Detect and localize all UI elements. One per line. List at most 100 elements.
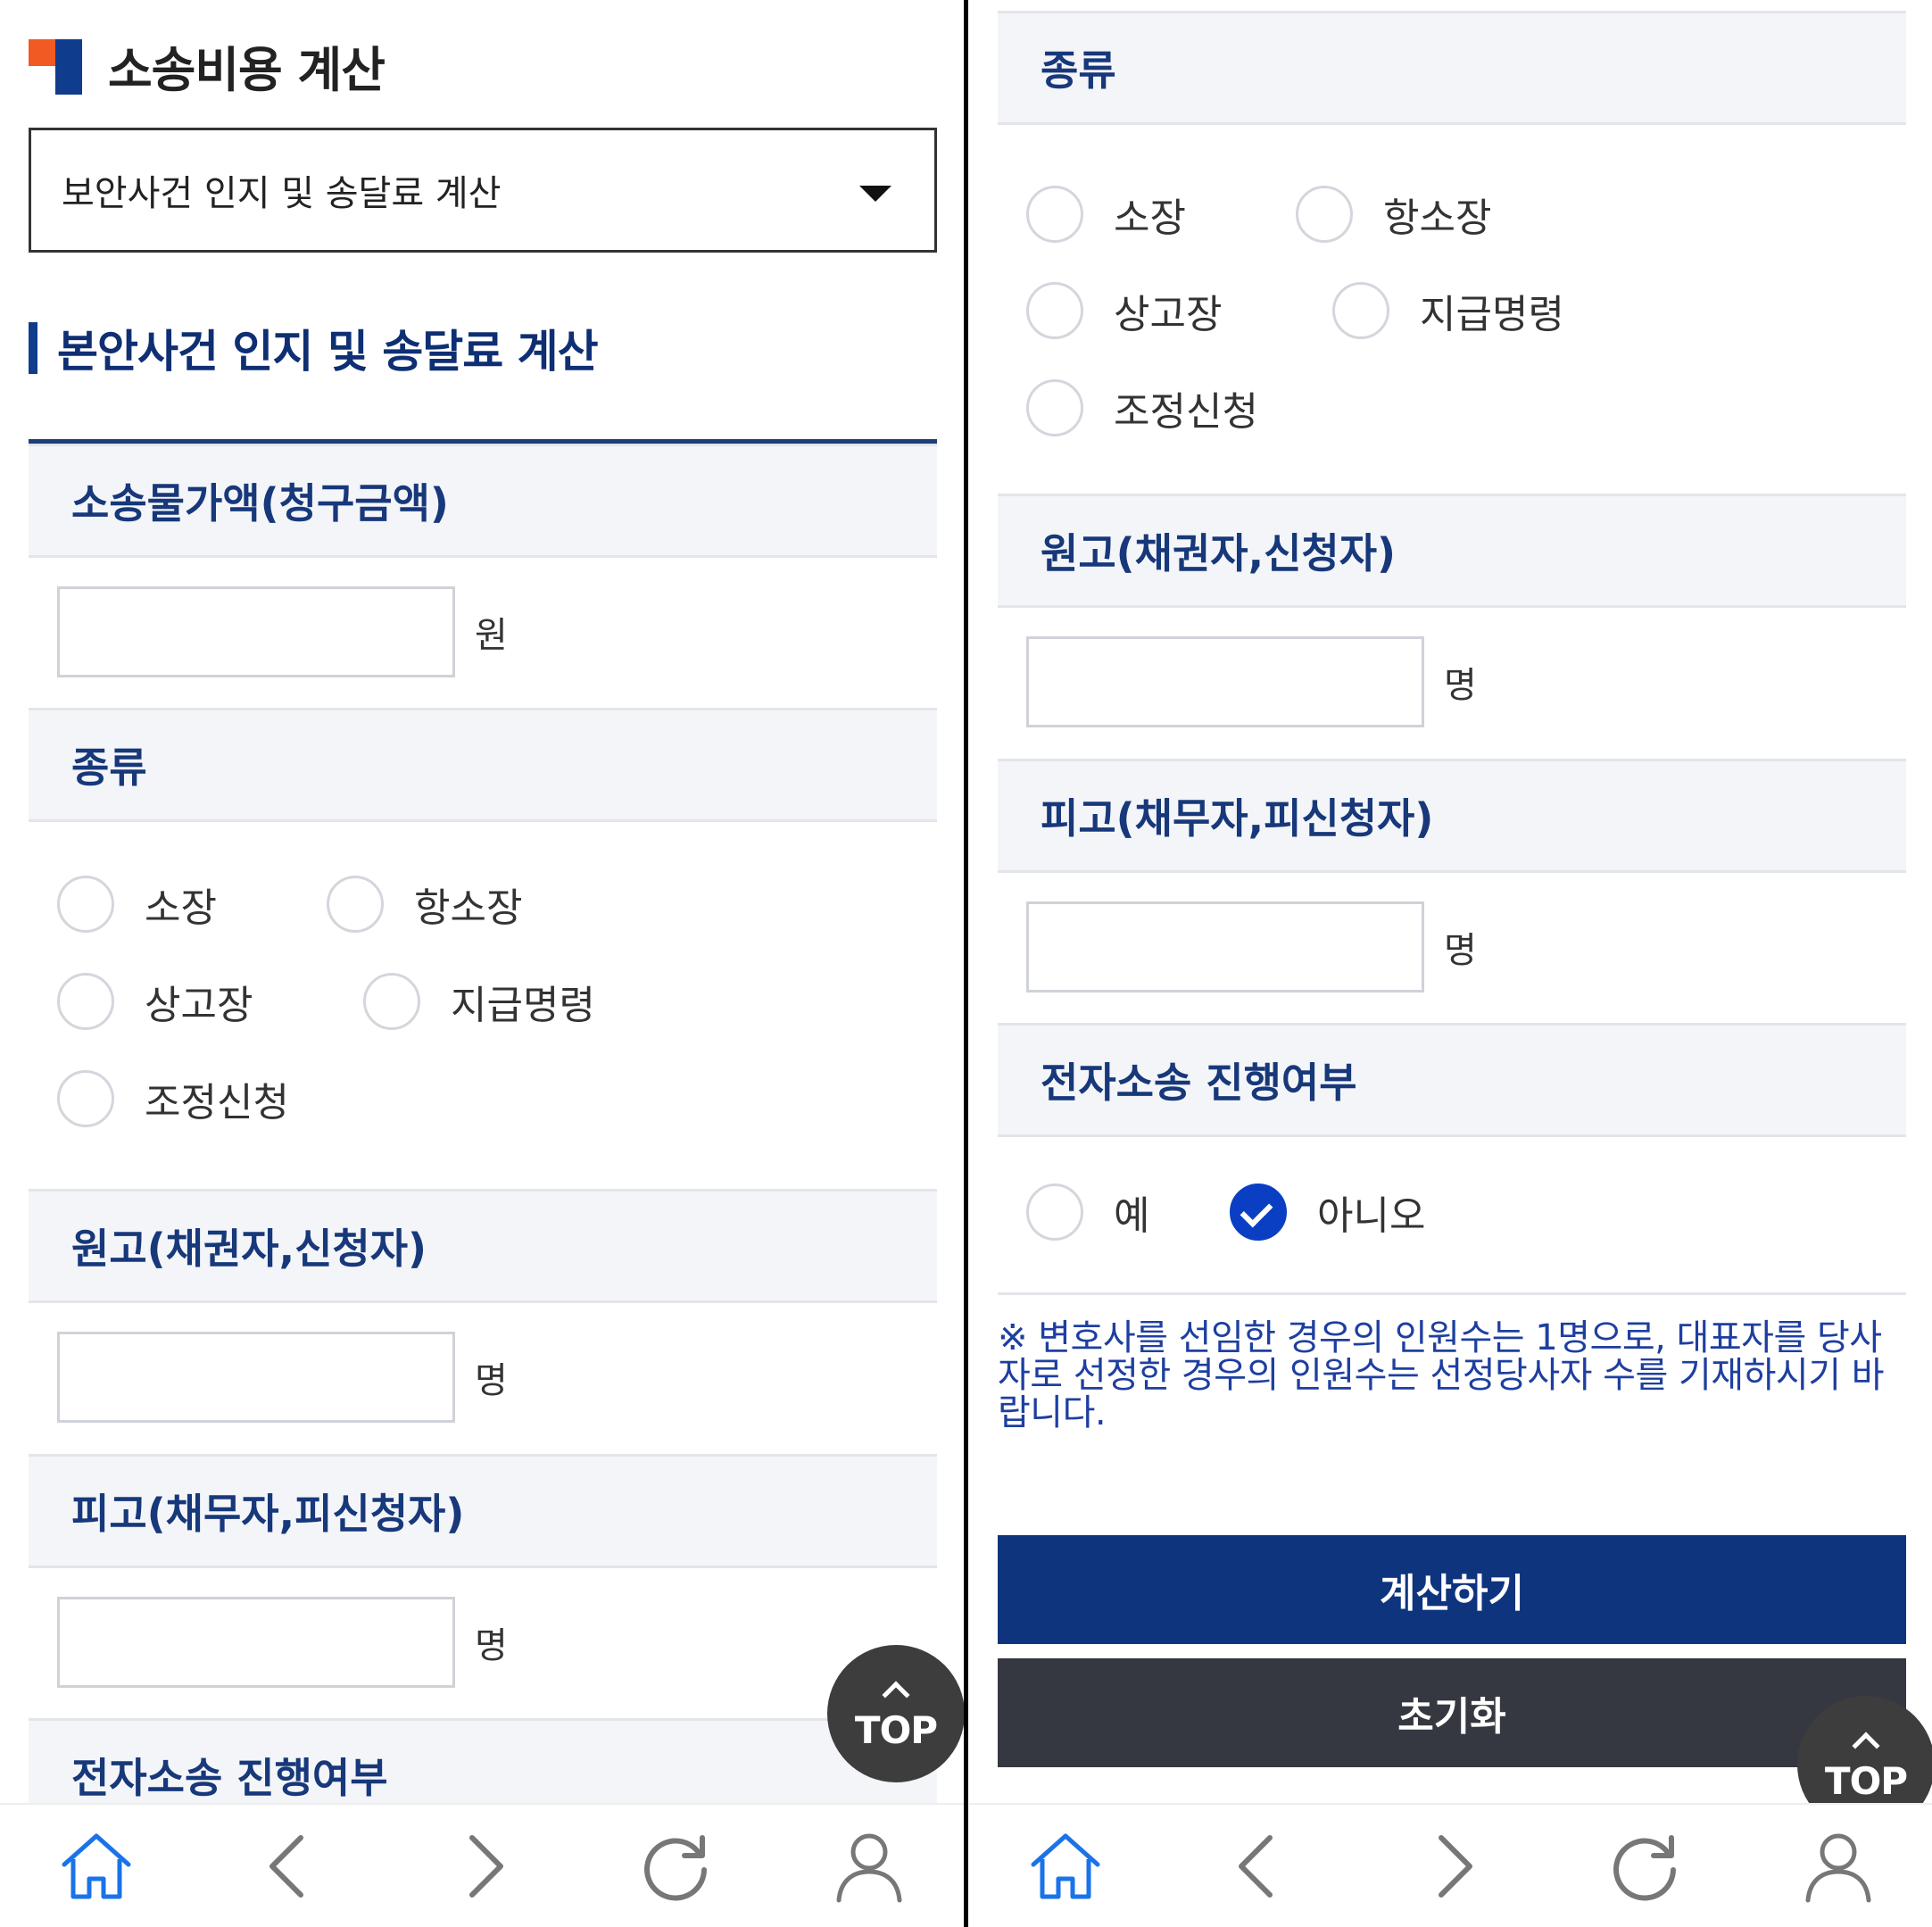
left-screen: 소송비용 계산 보안사건 인지 및 송달료 계산 본안사건 인지 및 송달료 계… bbox=[0, 0, 966, 1927]
nav-refresh[interactable] bbox=[626, 1817, 725, 1915]
defendant-unit: 명 bbox=[475, 1624, 508, 1666]
radio-appeal[interactable]: 항소장 bbox=[1296, 186, 1491, 243]
plaintiff-unit: 명 bbox=[1444, 664, 1477, 706]
select-value: 보안사건 인지 및 송달료 계산 bbox=[62, 173, 502, 214]
radio-label: 조정신청 bbox=[145, 1080, 289, 1125]
calculate-button[interactable]: 계산하기 bbox=[998, 1535, 1906, 1644]
top-label: TOP bbox=[1824, 1758, 1908, 1803]
right-screen: 종류 소장 항소장 상고장 지급명령 조정신청 원고(채권자,신청자) 명 피고… bbox=[969, 0, 1932, 1927]
chevron-up-icon bbox=[882, 1680, 910, 1709]
radio-circle[interactable] bbox=[57, 973, 114, 1030]
plaintiff-label: 원고(채권자,신청자) bbox=[1041, 529, 1397, 577]
amount-input[interactable] bbox=[57, 586, 455, 677]
defendant-input-row: 명 bbox=[998, 873, 1906, 1020]
nav-forward[interactable] bbox=[1403, 1817, 1501, 1915]
profile-icon bbox=[836, 1833, 902, 1902]
plaintiff-input-row: 명 bbox=[998, 608, 1906, 755]
nav-profile[interactable] bbox=[1789, 1817, 1887, 1915]
calculator-type-select[interactable]: 보안사건 인지 및 송달료 계산 bbox=[29, 128, 937, 253]
radio-payment-order[interactable]: 지급명령 bbox=[1332, 282, 1564, 339]
plaintiff-label: 원고(채권자,신청자) bbox=[71, 1225, 427, 1273]
amount-unit: 원 bbox=[475, 614, 508, 656]
radio-electronic-yes[interactable]: 예 bbox=[1026, 1184, 1149, 1241]
plaintiff-label-row: 원고(채권자,신청자) bbox=[998, 494, 1906, 608]
radio-label: 항소장 bbox=[414, 885, 523, 931]
scroll-top-button[interactable]: TOP bbox=[827, 1645, 965, 1782]
nav-forward[interactable] bbox=[434, 1817, 532, 1915]
amount-label: 소송물가액(청구금액) bbox=[71, 479, 449, 527]
top-label: TOP bbox=[854, 1707, 938, 1752]
amount-label-row: 소송물가액(청구금액) bbox=[29, 444, 937, 558]
home-icon bbox=[1031, 1833, 1100, 1898]
nav-refresh[interactable] bbox=[1596, 1817, 1694, 1915]
radio-circle[interactable] bbox=[363, 973, 420, 1030]
defendant-count-input[interactable] bbox=[1026, 901, 1424, 993]
radio-complaint[interactable]: 소장 bbox=[1026, 186, 1186, 243]
section-heading: 본안사건 인지 및 송달료 계산 bbox=[29, 317, 599, 379]
chevron-up-icon bbox=[1852, 1731, 1880, 1760]
radio-circle[interactable] bbox=[327, 876, 384, 933]
divider-line bbox=[998, 1292, 1906, 1295]
radio-final-appeal[interactable]: 상고장 bbox=[57, 973, 253, 1030]
radio-complaint[interactable]: 소장 bbox=[57, 876, 217, 933]
nav-home[interactable] bbox=[47, 1817, 145, 1915]
radio-label: 소장 bbox=[1114, 195, 1186, 241]
radio-circle[interactable] bbox=[1296, 186, 1353, 243]
electronic-label: 전자소송 진행여부 bbox=[71, 1754, 388, 1802]
refresh-icon bbox=[644, 1834, 708, 1900]
refresh-icon bbox=[1613, 1834, 1677, 1900]
checked-radio-icon[interactable] bbox=[1230, 1184, 1287, 1241]
radio-payment-order[interactable]: 지급명령 bbox=[363, 973, 595, 1030]
radio-circle[interactable] bbox=[57, 876, 114, 933]
radio-mediation[interactable]: 조정신청 bbox=[1026, 379, 1258, 436]
plaintiff-count-input[interactable] bbox=[1026, 635, 1424, 727]
home-icon bbox=[62, 1833, 131, 1898]
back-icon bbox=[269, 1834, 303, 1898]
electronic-label: 전자소송 진행여부 bbox=[1041, 1059, 1357, 1107]
logo-icon bbox=[29, 36, 87, 95]
notice-text: ※ 변호사를 선임한 경우의 인원수는 1명으로, 대표자를 당사자로 선정한 … bbox=[998, 1317, 1885, 1433]
radio-circle[interactable] bbox=[1026, 379, 1083, 436]
section-title: 본안사건 인지 및 송달료 계산 bbox=[57, 326, 599, 378]
defendant-label: 피고(채무자,피신청자) bbox=[71, 1490, 465, 1538]
defendant-label: 피고(채무자,피신청자) bbox=[1041, 794, 1434, 843]
radio-mediation[interactable]: 조정신청 bbox=[57, 1070, 289, 1127]
nav-home[interactable] bbox=[1016, 1817, 1115, 1915]
radio-label: 소장 bbox=[145, 885, 217, 931]
plaintiff-input-row: 명 bbox=[29, 1303, 937, 1450]
radio-label: 항소장 bbox=[1383, 195, 1492, 241]
radio-circle[interactable] bbox=[1026, 282, 1083, 339]
defendant-unit: 명 bbox=[1444, 929, 1477, 971]
page-title: 소송비용 계산 bbox=[108, 41, 386, 98]
plaintiff-label-row: 원고(채권자,신청자) bbox=[29, 1189, 937, 1303]
forward-icon bbox=[468, 1834, 503, 1898]
radio-circle[interactable] bbox=[1332, 282, 1389, 339]
type-label-row: 종류 bbox=[29, 708, 937, 822]
defendant-label-row: 피고(채무자,피신청자) bbox=[29, 1454, 937, 1568]
radio-label: 상고장 bbox=[1114, 292, 1223, 337]
profile-icon bbox=[1805, 1833, 1871, 1902]
bottom-nav bbox=[969, 1803, 1932, 1927]
type-label: 종류 bbox=[1041, 46, 1116, 95]
radio-final-appeal[interactable]: 상고장 bbox=[1026, 282, 1222, 339]
radio-label: 상고장 bbox=[145, 983, 253, 1028]
radio-appeal[interactable]: 항소장 bbox=[327, 876, 522, 933]
defendant-count-input[interactable] bbox=[57, 1596, 455, 1688]
radio-label: 조정신청 bbox=[1114, 389, 1258, 435]
radio-circle[interactable] bbox=[1026, 186, 1083, 243]
nav-back[interactable] bbox=[241, 1817, 339, 1915]
defendant-label-row: 피고(채무자,피신청자) bbox=[998, 759, 1906, 873]
reset-button[interactable]: 초기화 bbox=[998, 1658, 1906, 1767]
section-bar bbox=[29, 322, 37, 374]
radio-circle[interactable] bbox=[57, 1070, 114, 1127]
back-icon bbox=[1238, 1834, 1273, 1898]
nav-profile[interactable] bbox=[820, 1817, 918, 1915]
forward-icon bbox=[1438, 1834, 1472, 1898]
radio-circle[interactable] bbox=[1026, 1184, 1083, 1241]
plaintiff-count-input[interactable] bbox=[57, 1331, 455, 1423]
radio-electronic-no[interactable]: 아니오 bbox=[1230, 1184, 1425, 1241]
radio-label: 예 bbox=[1114, 1193, 1150, 1239]
amount-input-row: 원 bbox=[29, 558, 937, 705]
type-label-row: 종류 bbox=[998, 11, 1906, 125]
nav-back[interactable] bbox=[1210, 1817, 1308, 1915]
